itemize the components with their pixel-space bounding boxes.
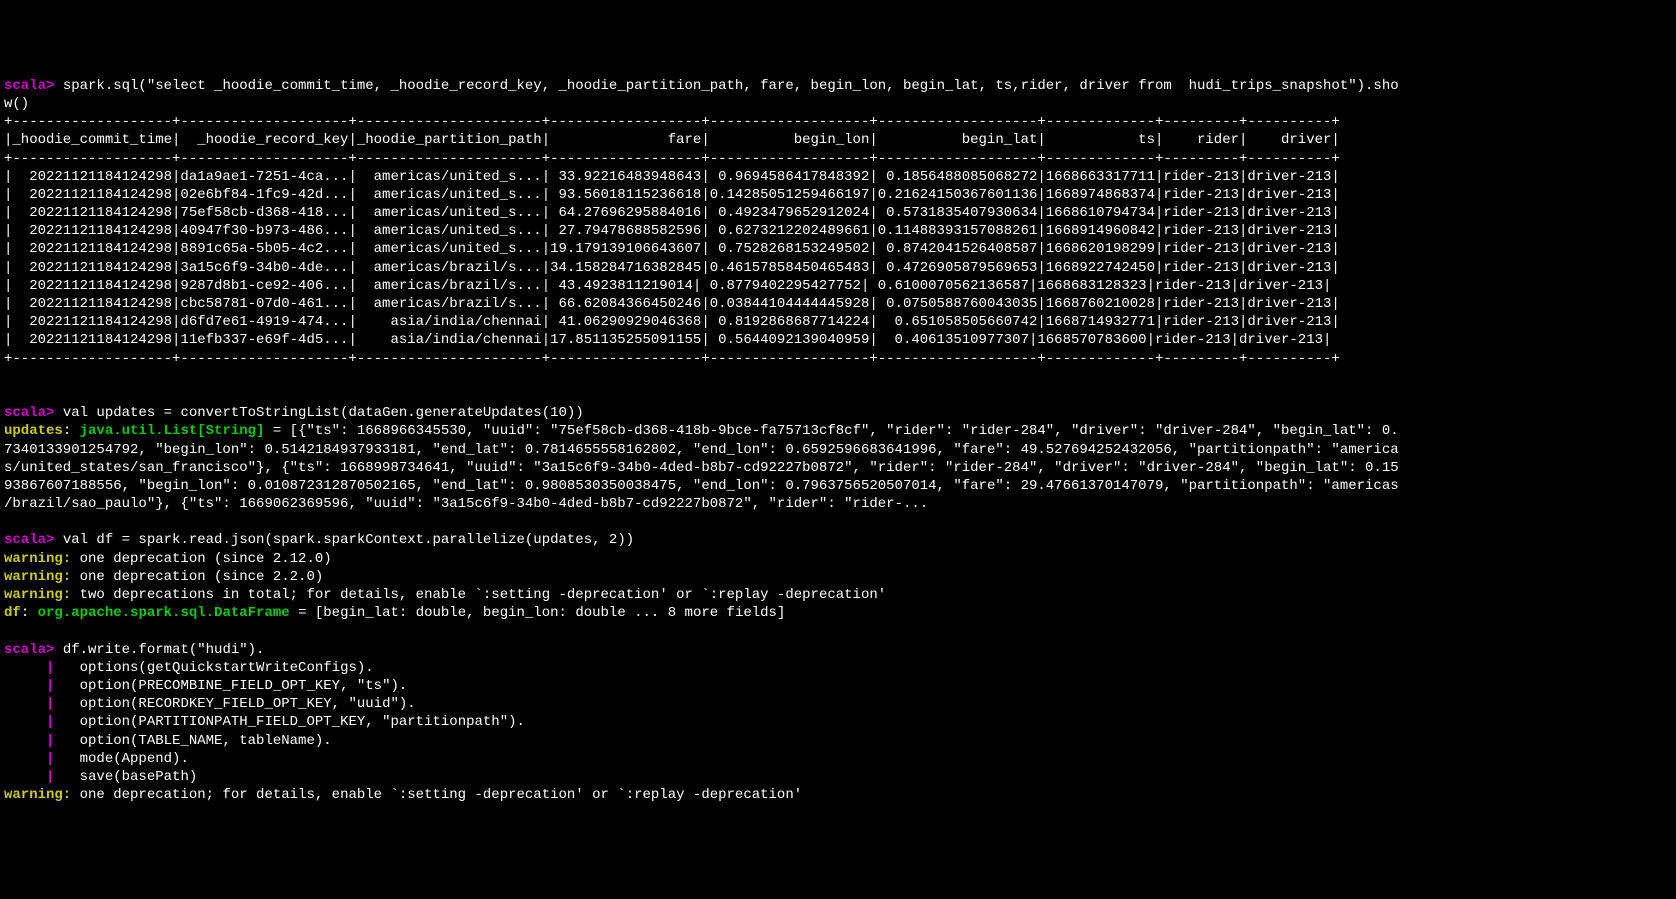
scala-prompt: scala> (4, 532, 54, 548)
continuation-text: save(basePath) (54, 769, 197, 785)
warning-label: warning: (4, 569, 71, 585)
continuation-indent (4, 733, 46, 749)
table-row: | 20221121184124298|da1a9ae1-7251-4ca...… (4, 169, 1340, 185)
table-row: | 20221121184124298|11efb337-e69f-4d5...… (4, 332, 1331, 348)
table-row: | 20221121184124298|40947f30-b973-486...… (4, 223, 1340, 239)
continuation-text: option(TABLE_NAME, tableName). (54, 733, 331, 749)
command-text: val df = spark.read.json(spark.sparkCont… (54, 532, 634, 548)
command-text: df.write.format("hudi"). (54, 642, 264, 658)
table-separator: +-------------------+-------------------… (4, 151, 1340, 167)
terminal-output[interactable]: scala> spark.sql("select _hoodie_commit_… (4, 77, 1672, 805)
type-name: java.util.List[String] (80, 423, 265, 439)
type-name: org.apache.spark.sql.DataFrame (38, 605, 290, 621)
table-row: | 20221121184124298|3a15c6f9-34b0-4de...… (4, 260, 1340, 276)
scala-prompt: scala> (4, 405, 54, 421)
continuation-indent (4, 751, 46, 767)
continuation-indent (4, 769, 46, 785)
continuation-indent (4, 660, 46, 676)
continuation-indent (4, 678, 46, 694)
table-row: | 20221121184124298|75ef58cb-d368-418...… (4, 205, 1340, 221)
warning-text: one deprecation; for details, enable `:s… (71, 787, 802, 803)
warning-text: one deprecation (since 2.2.0) (71, 569, 323, 585)
warning-text: one deprecation (since 2.12.0) (71, 551, 331, 567)
warning-label: warning: (4, 551, 71, 567)
continuation-indent (4, 696, 46, 712)
value-text: = [begin_lat: double, begin_lon: double … (290, 605, 786, 621)
continuation-text: mode(Append). (54, 751, 188, 767)
warning-label: warning: (4, 587, 71, 603)
var-name: df (4, 605, 21, 621)
continuation-text: option(RECORDKEY_FIELD_OPT_KEY, "uuid"). (54, 696, 415, 712)
table-row: | 20221121184124298|cbc58781-07d0-461...… (4, 296, 1340, 312)
command-text: spark.sql("select _hoodie_commit_time, _… (4, 78, 1399, 112)
warning-label: warning: (4, 787, 71, 803)
table-row: | 20221121184124298|9287d8b1-ce92-406...… (4, 278, 1331, 294)
table-row: | 20221121184124298|02e6bf84-1fc9-42d...… (4, 187, 1340, 203)
scala-prompt: scala> (4, 642, 54, 658)
table-header: |_hoodie_commit_time| _hoodie_record_key… (4, 132, 1340, 148)
continuation-text: option(PARTITIONPATH_FIELD_OPT_KEY, "par… (54, 714, 524, 730)
command-text: val updates = convertToStringList(dataGe… (54, 405, 583, 421)
continuation-text: option(PRECOMBINE_FIELD_OPT_KEY, "ts"). (54, 678, 407, 694)
continuation-indent (4, 714, 46, 730)
scala-prompt: scala> (4, 78, 54, 94)
var-name: updates (4, 423, 63, 439)
colon: : (21, 605, 38, 621)
table-row: | 20221121184124298|8891c65a-5b05-4c2...… (4, 241, 1340, 257)
table-row: | 20221121184124298|d6fd7e61-4919-474...… (4, 314, 1340, 330)
colon: : (63, 423, 80, 439)
table-separator: +-------------------+-------------------… (4, 351, 1340, 367)
continuation-text: options(getQuickstartWriteConfigs). (54, 660, 373, 676)
table-separator: +-------------------+-------------------… (4, 114, 1340, 130)
warning-text: two deprecations in total; for details, … (71, 587, 886, 603)
